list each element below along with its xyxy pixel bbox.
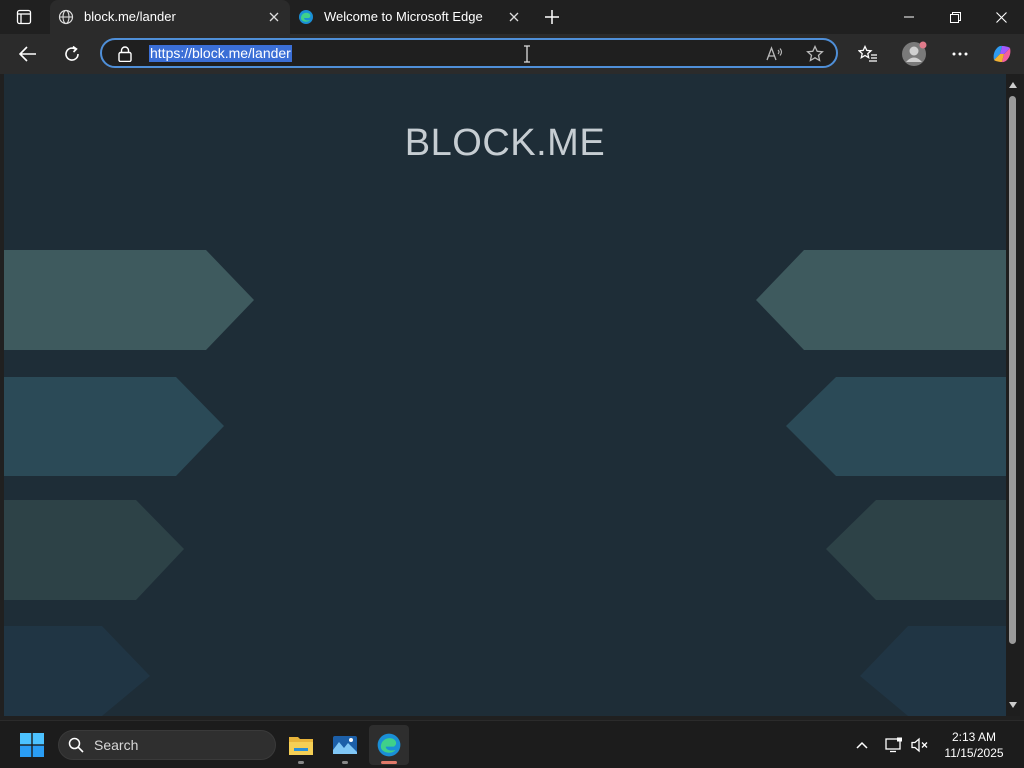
taskbar-clock[interactable]: 2:13 AM 11/15/2025 — [938, 729, 1010, 761]
address-bar[interactable]: https://block.me/lander — [100, 38, 838, 68]
edge-icon — [377, 733, 401, 757]
clock-date: 11/15/2025 — [944, 746, 1004, 760]
left-shape-3 — [4, 500, 184, 600]
chevron-up-icon — [856, 741, 868, 749]
read-aloud-icon — [766, 46, 783, 61]
left-shape-4 — [4, 626, 150, 716]
minimize-button[interactable] — [886, 0, 932, 34]
taskbar-search[interactable]: Search — [58, 730, 276, 760]
tab-strip: block.me/lander Welcome to Microsoft Edg… — [0, 0, 1024, 34]
refresh-icon — [65, 45, 79, 61]
browser-toolbar: https://block.me/lander — [0, 34, 1024, 74]
favorites-list-icon — [858, 45, 877, 62]
profile-button[interactable] — [898, 38, 930, 70]
restore-icon — [949, 11, 961, 23]
text-cursor-icon — [524, 45, 530, 63]
plus-icon — [545, 10, 559, 24]
read-aloud-button[interactable] — [762, 42, 788, 66]
page-scrollbar[interactable] — [1006, 74, 1020, 716]
show-hidden-icons-button[interactable] — [852, 735, 872, 755]
web-page-content: BLOCK.ME — [4, 74, 1006, 716]
file-explorer-icon — [289, 737, 313, 755]
avatar-icon — [902, 41, 927, 66]
right-shape-4 — [860, 626, 1006, 716]
running-indicator — [342, 761, 348, 764]
search-label: Search — [94, 737, 139, 753]
close-icon — [509, 12, 519, 22]
windows-logo-icon — [20, 733, 44, 757]
scroll-up-icon[interactable] — [1008, 80, 1018, 90]
copilot-button[interactable] — [986, 38, 1018, 70]
close-tab-button[interactable] — [504, 7, 524, 27]
close-icon — [995, 11, 1007, 23]
search-icon — [68, 737, 84, 753]
tab-title: Welcome to Microsoft Edge — [324, 9, 483, 24]
refresh-button[interactable] — [56, 38, 88, 70]
favorites-button[interactable] — [852, 38, 884, 70]
photos-icon — [333, 736, 357, 754]
right-shape-1 — [756, 250, 1006, 350]
close-icon — [269, 12, 279, 22]
back-button[interactable] — [12, 38, 44, 70]
more-icon — [952, 52, 968, 56]
volume-button[interactable] — [910, 735, 930, 755]
tab-title: block.me/lander — [84, 9, 176, 24]
scrollbar-thumb[interactable] — [1009, 96, 1016, 644]
close-window-button[interactable] — [978, 0, 1024, 34]
tab-actions-button[interactable] — [8, 4, 40, 30]
lock-icon[interactable] — [118, 46, 132, 62]
taskbar-app-photos[interactable] — [325, 725, 365, 765]
start-button[interactable] — [14, 729, 50, 761]
left-shape-2 — [4, 377, 224, 476]
tab-welcome-edge[interactable]: Welcome to Microsoft Edge — [290, 0, 530, 34]
active-indicator — [381, 761, 397, 764]
tab-block-me[interactable]: block.me/lander — [50, 0, 290, 34]
copilot-icon — [993, 45, 1011, 63]
edge-icon — [299, 10, 313, 24]
windows-taskbar: Search 2:13 AM 11/15/2025 — [0, 720, 1024, 768]
network-icon — [885, 737, 902, 753]
right-shape-3 — [826, 500, 1006, 600]
star-icon — [806, 45, 824, 62]
globe-icon — [58, 9, 74, 25]
settings-more-button[interactable] — [944, 38, 976, 70]
scroll-down-icon[interactable] — [1008, 700, 1018, 710]
taskbar-app-file-explorer[interactable] — [281, 725, 321, 765]
left-shape-1 — [4, 250, 254, 350]
decorative-background-shapes — [4, 250, 1006, 716]
address-url-text[interactable]: https://block.me/lander — [149, 45, 292, 62]
network-status-button[interactable] — [884, 735, 904, 755]
restore-button[interactable] — [932, 0, 978, 34]
clock-time: 2:13 AM — [951, 730, 997, 744]
add-favorite-button[interactable] — [802, 42, 828, 66]
minimize-icon — [904, 16, 914, 18]
close-tab-button[interactable] — [264, 7, 284, 27]
speaker-muted-icon — [911, 737, 928, 753]
taskbar-app-edge[interactable] — [369, 725, 409, 765]
new-tab-button[interactable] — [538, 4, 566, 30]
running-indicator — [298, 761, 304, 764]
right-shape-2 — [786, 377, 1006, 476]
arrow-left-icon — [19, 46, 36, 62]
tab-actions-icon — [16, 9, 32, 25]
